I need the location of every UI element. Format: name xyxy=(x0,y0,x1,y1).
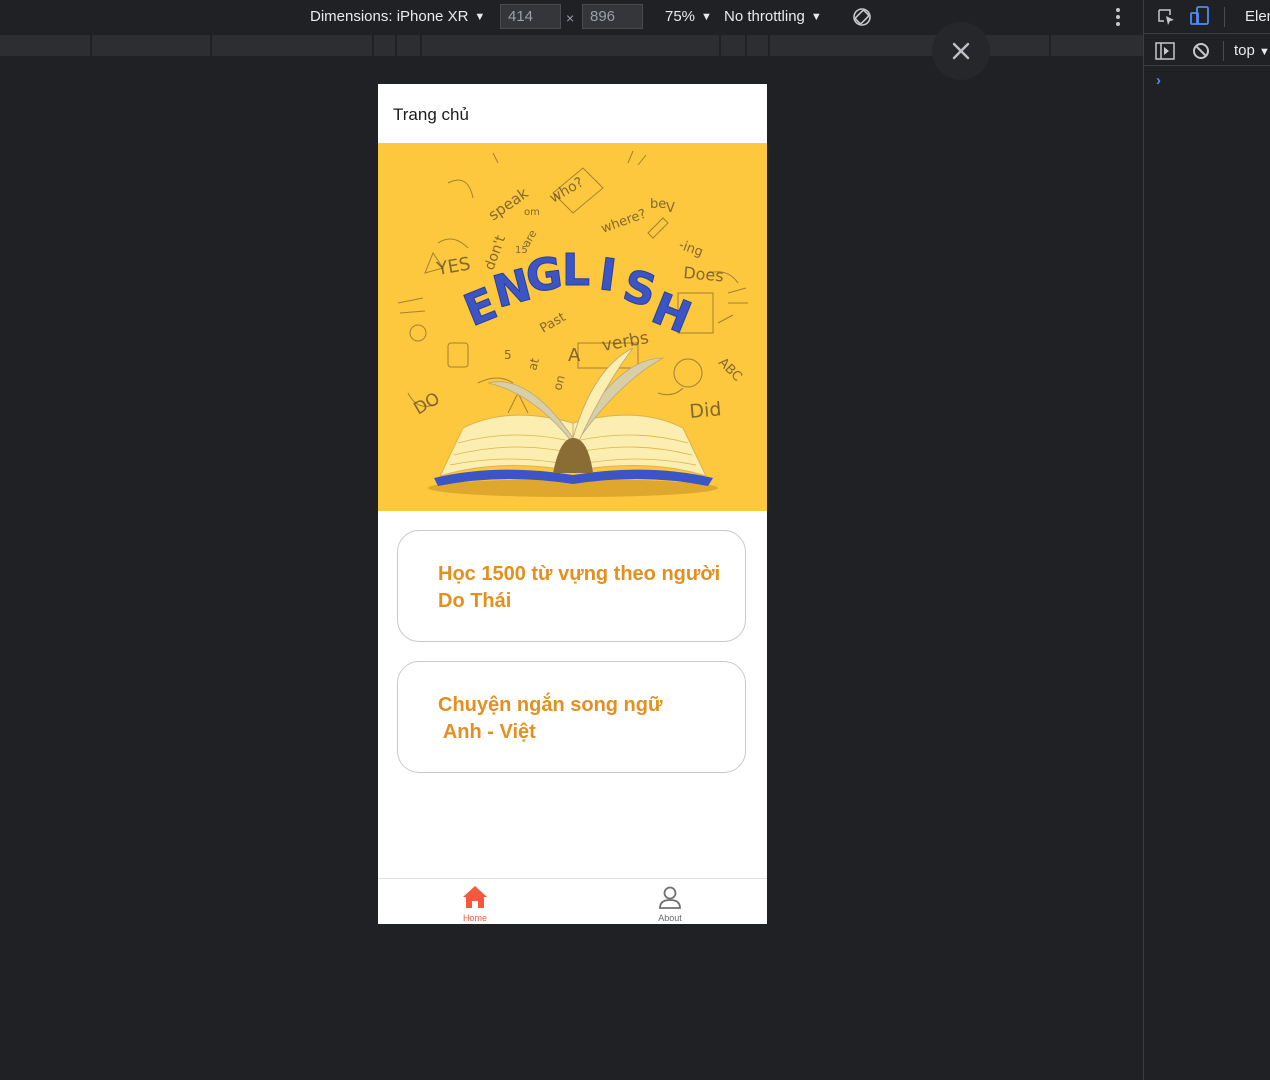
card-title-line-2: Anh - Việt xyxy=(438,721,536,743)
banner-doodle-word: at xyxy=(525,356,542,372)
banner-title-letter: I xyxy=(596,249,619,302)
tab-home-label: Home xyxy=(462,913,487,923)
device-dimensions-label: Dimensions: iPhone XR xyxy=(310,8,469,25)
zoom-label: 75% xyxy=(665,8,696,25)
banner-doodle-word: YES xyxy=(434,253,472,280)
clear-console-icon[interactable] xyxy=(1192,42,1210,60)
throttling-select[interactable]: No throttling ▼ xyxy=(724,8,822,25)
device-toggle-icon[interactable] xyxy=(1189,5,1211,27)
tab-home[interactable]: Home xyxy=(378,879,572,924)
banner-illustration: ENGL ISH speak who?where?-ingDoesYES don't a… xyxy=(397,150,748,497)
banner-doodle-word: om xyxy=(524,207,540,218)
banner-doodle-word: Does xyxy=(683,263,725,285)
user-icon xyxy=(659,886,681,909)
banner-doodle-word: 5 xyxy=(504,348,512,362)
devtools-panel: Elem top ▼ › xyxy=(1143,0,1270,1080)
context-select[interactable]: top ▼ xyxy=(1234,42,1270,59)
tab-about-label: About xyxy=(658,913,682,923)
chevron-down-icon: ▼ xyxy=(1259,46,1270,58)
banner-doodle-word: on xyxy=(550,374,567,392)
banner-doodle-word: ABC xyxy=(715,355,744,384)
device-height-input[interactable] xyxy=(582,4,643,29)
more-options-icon[interactable] xyxy=(1110,6,1126,28)
course-card-bilingual-stories[interactable]: Chuyện ngắn song ngữ Anh - Việt xyxy=(397,661,746,773)
chevron-down-icon: ▼ xyxy=(474,10,486,23)
banner-doodle-word: Did xyxy=(689,398,723,423)
banner-doodle-word: Past xyxy=(538,310,569,337)
dimension-separator: × xyxy=(566,10,575,26)
close-icon xyxy=(952,42,970,60)
tab-about[interactable]: About xyxy=(573,879,767,924)
app-header: Trang chủ xyxy=(378,84,767,143)
sidebar-toggle-icon[interactable] xyxy=(1155,42,1175,60)
english-banner-image: ENGLISH speak who? where? -ing Does YES don't a… xyxy=(378,143,767,511)
inspect-element-icon[interactable] xyxy=(1156,7,1176,27)
close-overlay-button[interactable] xyxy=(932,22,990,80)
devtools-tabbar: Elem xyxy=(1144,0,1270,34)
banner-doodle-word: A xyxy=(568,345,581,366)
banner-doodle-word: -ing xyxy=(677,238,705,261)
mobile-viewport: Trang chủ E N G L I S H speak who? where… xyxy=(378,84,767,924)
console-toolbar: top ▼ xyxy=(1144,35,1270,66)
tab-elements[interactable]: Elem xyxy=(1245,8,1270,25)
throttling-label: No throttling xyxy=(724,8,805,25)
banner-title-letter: G xyxy=(523,248,565,303)
home-icon xyxy=(463,886,487,908)
banner-doodle-word: speak xyxy=(485,184,532,224)
device-dimensions-select[interactable]: Dimensions: iPhone XR ▼ xyxy=(310,8,485,25)
card-title-line-2: Do Thái xyxy=(438,590,512,612)
card-title-line-1: Chuyện ngắn song ngữ xyxy=(438,694,663,716)
banner-doodle-word: where? xyxy=(599,207,648,237)
zoom-select[interactable]: 75% ▼ xyxy=(665,8,712,25)
card-title-line-1: Học 1500 từ vựng theo người xyxy=(438,563,721,585)
banner-doodle-word: 15 xyxy=(515,245,528,256)
bottom-tab-bar: Home About xyxy=(378,878,767,924)
device-width-input[interactable] xyxy=(500,4,561,29)
rotate-icon[interactable] xyxy=(852,7,872,27)
chevron-down-icon: ▼ xyxy=(701,10,712,23)
context-select-label: top xyxy=(1234,42,1255,59)
course-card-1500-words[interactable]: Học 1500 từ vựng theo người Do Thái xyxy=(397,530,746,642)
banner-doodle-word: verbs xyxy=(600,328,650,356)
console-prompt[interactable]: › xyxy=(1156,72,1161,89)
banner-doodle-word: be xyxy=(650,197,666,212)
banner-title-letter: L xyxy=(562,245,590,296)
banner-doodle-word: DO xyxy=(411,389,444,420)
chevron-down-icon: ▼ xyxy=(810,10,822,23)
banner-doodle-word: who? xyxy=(547,174,586,206)
page-title: Trang chủ xyxy=(393,105,469,124)
banner-doodle-word: V xyxy=(666,201,675,216)
